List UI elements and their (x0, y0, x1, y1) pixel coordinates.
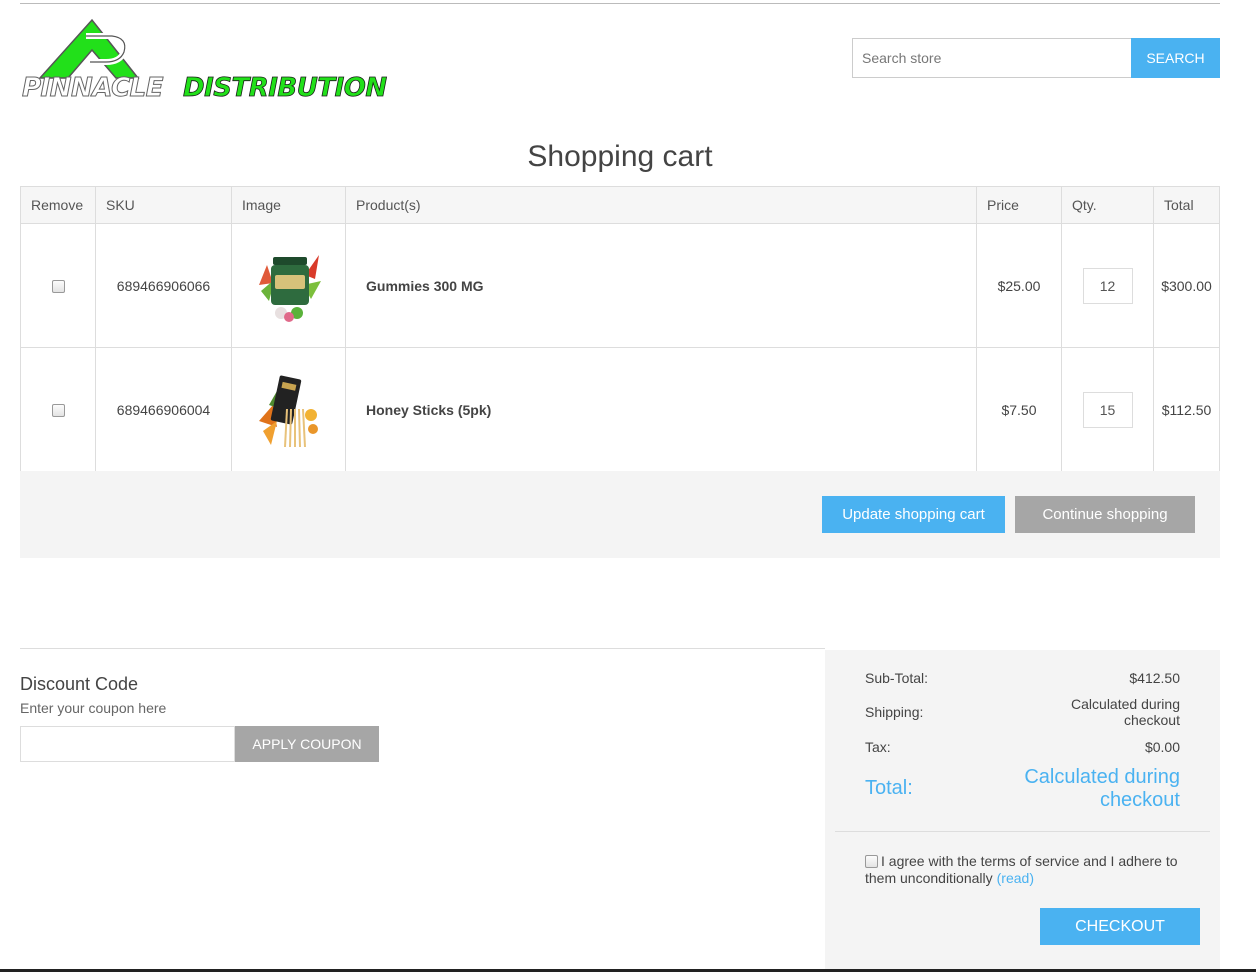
page-title: Shopping cart (527, 140, 713, 173)
remove-checkbox[interactable] (51, 404, 65, 418)
line-total: $300.00 (1153, 223, 1220, 348)
sku-cell: 689466906066 (95, 223, 232, 348)
subtotal-value: $412.50 (1129, 670, 1180, 686)
price-cell: $7.50 (976, 347, 1062, 472)
total-value-line2: checkout (1099, 789, 1180, 811)
discount-title: Discount Code (20, 674, 139, 694)
total-value: Calculated during checkout (1024, 766, 1180, 812)
product-name[interactable]: Gummies 300 MG (345, 223, 977, 348)
qty-cell (1061, 347, 1154, 472)
search-bar: SEARCH (852, 38, 1220, 78)
col-image: Image (231, 186, 346, 224)
subtotal-label: Sub-Total: (865, 670, 929, 686)
image-cell (231, 223, 346, 348)
total-row: Total: Calculated during checkout (865, 766, 1180, 814)
remove-cell (20, 223, 96, 348)
remove-cell (20, 347, 96, 472)
terms-agreement: I agree with the terms of service and I … (865, 853, 1185, 887)
line-total: $112.50 (1153, 347, 1220, 472)
cart-actions: Update shopping cart Continue shopping (20, 471, 1220, 558)
tax-label: Tax: (865, 739, 891, 755)
col-price: Price (976, 186, 1062, 224)
table-row: 689466906066 Gummies 300 MG $25.00 12 $3… (20, 223, 1220, 348)
col-total: Total (1153, 186, 1220, 224)
continue-shopping-button[interactable]: Continue shopping (1015, 496, 1195, 533)
table-row: 689466906004 Honey Sticks (5pk) $7.50 15… (20, 347, 1220, 472)
coupon-input[interactable] (20, 726, 235, 762)
col-sku: SKU (95, 186, 232, 224)
qty-cell (1061, 223, 1154, 348)
site-logo[interactable]: PINNACLE DISTRIBUTION (20, 16, 400, 104)
tax-value: $0.00 (1144, 739, 1180, 755)
apply-coupon-button[interactable]: APPLY COUPON (235, 726, 379, 762)
terms-checkbox[interactable] (865, 855, 878, 868)
tax-row: Tax: $0.00 (865, 739, 1180, 757)
product-name[interactable]: Honey Sticks (5pk) (345, 347, 977, 472)
col-products: Product(s) (345, 186, 977, 224)
sku-cell: 689466906004 (95, 347, 232, 472)
qty-input[interactable] (1082, 391, 1133, 428)
shipping-value-line1: Calculated during (1071, 696, 1180, 712)
top-border (20, 3, 1220, 4)
cart-table: Remove SKU Image Product(s) Price Qty. T… (20, 186, 1220, 472)
logo-text-pinnacle: PINNACLE (22, 73, 164, 100)
qty-input[interactable] (1082, 267, 1133, 304)
subtotal-row: Sub-Total: $412.50 (865, 670, 1180, 688)
honey-sticks-image[interactable] (252, 368, 325, 451)
total-label: Total: (865, 777, 913, 799)
col-remove: Remove (20, 186, 96, 224)
terms-read-link[interactable]: (read) (997, 870, 1034, 886)
price-cell: $25.00 (976, 223, 1062, 348)
section-divider (20, 648, 825, 649)
update-cart-button[interactable]: Update shopping cart (822, 496, 1005, 533)
col-qty: Qty. (1061, 186, 1154, 224)
totals-divider (835, 831, 1210, 832)
image-cell (231, 347, 346, 472)
logo-text-distribution: DISTRIBUTION (183, 73, 387, 100)
gummies-jar-image[interactable] (252, 244, 325, 327)
discount-hint: Enter your coupon here (20, 700, 167, 716)
checkout-button[interactable]: CHECKOUT (1040, 908, 1200, 945)
shipping-label: Shipping: (865, 704, 924, 720)
search-input[interactable] (852, 38, 1131, 78)
remove-checkbox[interactable] (51, 280, 65, 294)
search-button[interactable]: SEARCH (1131, 38, 1220, 78)
cart-header-row: Remove SKU Image Product(s) Price Qty. T… (20, 186, 1220, 224)
order-totals: Sub-Total: $412.50 Shipping: Calculated … (825, 650, 1220, 970)
logo-icon: PINNACLE DISTRIBUTION (22, 18, 388, 104)
shipping-row: Shipping: Calculated during checkout (865, 696, 1180, 730)
total-value-line1: Calculated during (1024, 766, 1180, 788)
shipping-value: Calculated during checkout (1071, 696, 1180, 728)
shipping-value-line2: checkout (1123, 712, 1180, 728)
